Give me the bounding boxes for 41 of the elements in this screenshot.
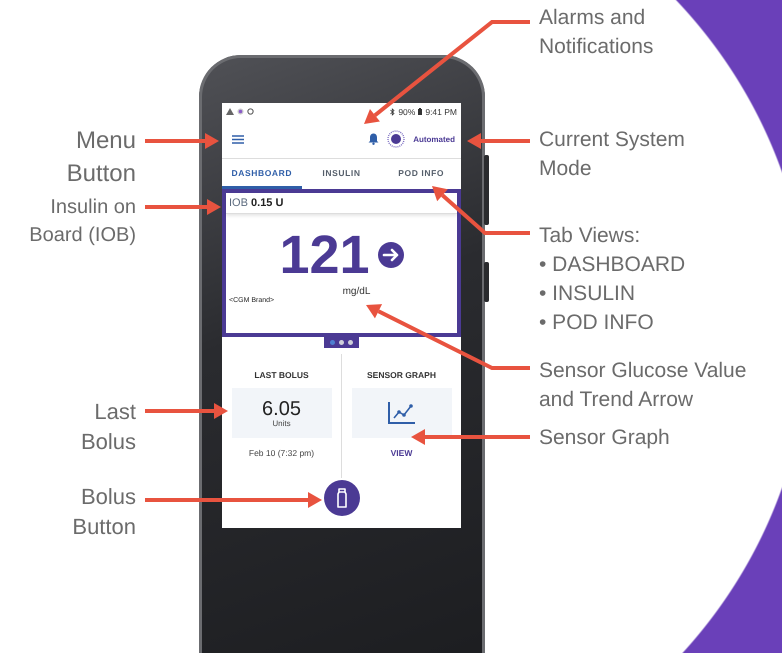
ring-icon [247,108,254,115]
glucose-value: 121 [279,228,370,282]
sensor-graph-title: SENSOR GRAPH [367,370,436,380]
tab[interactable]: INSULIN [302,159,382,189]
callout-label: Tab Views: [539,223,642,249]
circle-dot-icon [237,108,244,115]
battery-icon [418,108,422,115]
glucose-unit: mg/dL [342,286,370,297]
bolus-amount: 6.05 [262,398,301,418]
callout-label: Current System Mode [539,127,685,182]
last-bolus-title: LAST BOLUS [254,370,309,380]
bell-icon[interactable] [368,133,380,145]
callout-list-item: • POD INFO [539,310,655,336]
menu-icon[interactable] [232,134,244,144]
bolus-date: Feb 10 (7:32 pm) [248,448,314,458]
battery-percent: 90% [398,106,416,116]
view-link[interactable]: VIEW [390,448,412,458]
page-dot[interactable] [330,340,335,345]
callout-label: Last Bolus [80,398,136,456]
bluetooth-icon [390,108,396,116]
line-chart-icon [388,402,416,424]
bolus-button[interactable] [324,480,360,516]
warning-icon [226,108,234,115]
callout-list-item: • INSULIN [539,280,636,307]
callout-label: Alarms and Notifications [539,5,654,60]
callout-label: Sensor Graph [539,425,670,451]
callout-label: Menu Button [66,126,136,190]
sensor-graph-card[interactable] [352,388,452,438]
tab[interactable]: POD INFO [381,159,462,189]
clock-time: 9:41 PM [425,106,457,116]
page-dot[interactable] [339,340,344,345]
mode-icon [387,130,406,148]
callout-label: Insulin on Board (IOB) [29,195,136,248]
callout-label: Sensor Glucose Value and Trend Arrow [539,358,746,413]
callout-label: Bolus Button [72,483,136,542]
insulin-vial-icon [334,488,348,508]
page-dot[interactable] [348,340,353,345]
system-mode: Automated [413,134,455,144]
callout-list-item: • DASHBOARD [539,252,686,278]
leader-arrow [467,133,530,149]
bolus-unit: Units [272,418,291,428]
